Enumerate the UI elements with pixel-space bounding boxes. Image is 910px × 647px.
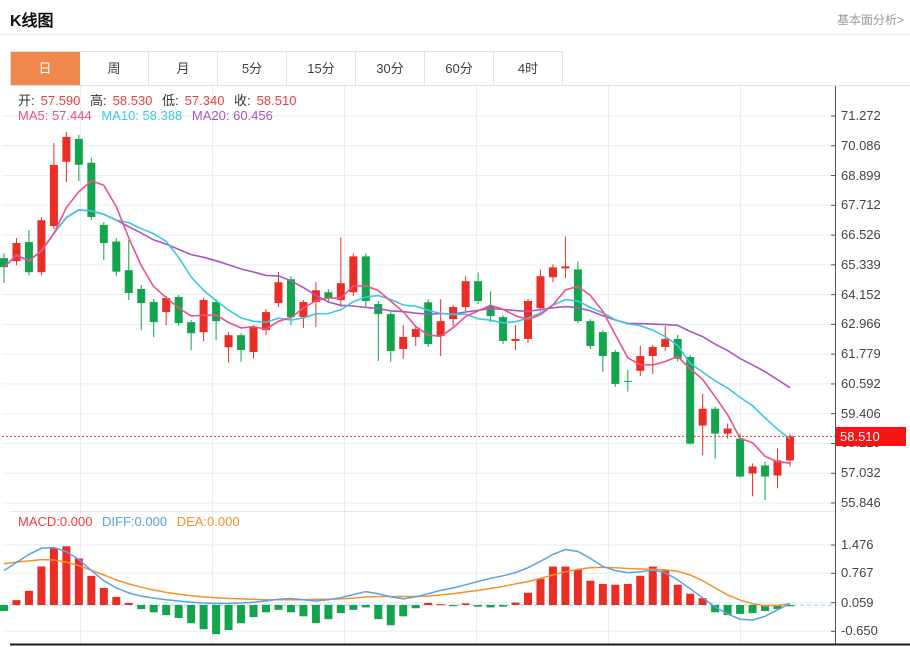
price-axis-label: 65.339 <box>841 257 881 272</box>
price-axis-label: 68.899 <box>841 168 881 183</box>
ma20-value: MA20: 60.456 <box>192 108 273 123</box>
price-axis-label: 60.592 <box>841 376 881 391</box>
ohlc-legend: 开: 57.590 高: 58.530 低: 57.340 收: 58.510 <box>18 90 302 109</box>
price-axis-label: 59.406 <box>841 406 881 421</box>
price-axis-label: 61.779 <box>841 346 881 361</box>
price-axis-label: 64.152 <box>841 287 881 302</box>
macd-axis-label: 0.059 <box>841 595 874 610</box>
price-axis-label: 66.526 <box>841 227 881 242</box>
ma-legend: MA5: 57.444 MA10: 58.388 MA20: 60.456 <box>18 108 279 123</box>
high-value: 58.530 <box>113 93 153 108</box>
open-value: 57.590 <box>41 93 81 108</box>
low-label: 低: <box>162 93 179 108</box>
macd-legend: MACD:0.000 DIFF:0.000 DEA:0.000 <box>18 514 246 529</box>
open-label: 开: <box>18 93 35 108</box>
ma5-value: MA5: 57.444 <box>18 108 92 123</box>
price-axis-label: 62.966 <box>841 316 881 331</box>
price-axis-label: 55.846 <box>841 495 881 510</box>
diff-value: DIFF:0.000 <box>102 514 167 529</box>
close-label: 收: <box>234 93 251 108</box>
dea-value: DEA:0.000 <box>177 514 240 529</box>
low-value: 57.340 <box>185 93 225 108</box>
price-axis-label: 70.086 <box>841 138 881 153</box>
high-label: 高: <box>90 93 107 108</box>
price-axis-label: 57.032 <box>841 465 881 480</box>
ma10-value: MA10: 58.388 <box>101 108 182 123</box>
macd-axis-label: 1.476 <box>841 537 874 552</box>
macd-axis-label: -0.650 <box>841 623 878 638</box>
close-value: 58.510 <box>257 93 297 108</box>
macd-value: MACD:0.000 <box>18 514 92 529</box>
price-axis-label: 71.272 <box>841 108 881 123</box>
current-price-tag: 58.510 <box>836 427 906 446</box>
macd-axis-label: 0.767 <box>841 565 874 580</box>
price-axis-label: 67.712 <box>841 197 881 212</box>
